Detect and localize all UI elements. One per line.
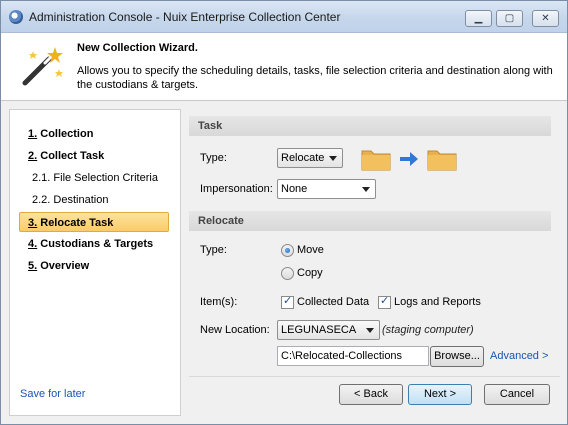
next-button[interactable]: Next > — [408, 384, 472, 405]
step-label: Custodians & Targets — [40, 238, 154, 250]
footer-divider — [189, 376, 560, 377]
main-window: Administration Console - Nuix Enterprise… — [0, 0, 568, 425]
arrow-right-icon — [400, 152, 418, 166]
chevron-down-icon — [366, 328, 374, 333]
task-type-dropdown[interactable]: Relocate — [277, 148, 343, 168]
move-label[interactable]: Move — [297, 244, 324, 256]
close-button[interactable]: ✕ — [532, 10, 559, 27]
logs-reports-checkbox[interactable] — [378, 294, 391, 309]
back-button[interactable]: < Back — [339, 384, 403, 405]
step-number: 1. — [28, 128, 38, 140]
step-custodians-targets[interactable]: 4. Custodians & Targets — [20, 234, 170, 254]
step-number: 5. — [28, 260, 38, 272]
source-folder-icon — [361, 150, 391, 171]
step-relocate-task[interactable]: 3. Relocate Task — [19, 212, 169, 232]
content-pane: Task Type: Relocate Impersonation: None … — [181, 109, 560, 374]
new-location-label: New Location: — [200, 324, 270, 336]
task-section-header: Task — [189, 116, 551, 136]
step-label: Relocate Task — [40, 217, 114, 229]
copy-radio[interactable] — [281, 267, 294, 280]
logs-reports-label[interactable]: Logs and Reports — [394, 296, 481, 308]
impersonation-dropdown[interactable]: None — [277, 179, 376, 199]
title-bar: Administration Console - Nuix Enterprise… — [1, 1, 567, 33]
wizard-description: Allows you to specify the scheduling det… — [77, 65, 553, 91]
wizard-header: New Collection Wizard. Allows you to spe… — [1, 33, 567, 101]
move-radio[interactable] — [281, 244, 294, 257]
step-label: Overview — [40, 260, 90, 272]
wizard-steps-nav: 1. Collection 2. Collect Task 2.1. File … — [9, 109, 181, 416]
location-hint: (staging computer) — [382, 324, 474, 336]
advanced-link[interactable]: Advanced > — [490, 350, 548, 362]
copy-label[interactable]: Copy — [297, 267, 323, 279]
destination-folder-icon — [427, 150, 457, 171]
step-number: 3. — [28, 217, 38, 229]
save-for-later-link[interactable]: Save for later — [20, 388, 85, 400]
collected-data-checkbox[interactable] — [281, 294, 294, 309]
relocate-type-label: Type: — [200, 244, 227, 256]
step-label: Collect Task — [40, 150, 105, 162]
chevron-down-icon — [362, 187, 370, 192]
items-label: Item(s): — [200, 296, 238, 308]
step-number: 2. — [28, 150, 38, 162]
collected-data-label[interactable]: Collected Data — [297, 296, 369, 308]
chevron-down-icon — [329, 156, 337, 161]
task-type-label: Type: — [200, 152, 227, 164]
step-collection[interactable]: 1. Collection — [20, 124, 170, 144]
step-destination[interactable]: 2.2. Destination — [20, 190, 170, 210]
step-label: 2.1. File Selection Criteria — [32, 172, 158, 184]
path-input[interactable]: C:\Relocated-Collections — [277, 346, 429, 366]
step-number: 4. — [28, 238, 38, 250]
maximize-button[interactable]: ▢ — [496, 10, 523, 27]
step-overview[interactable]: 5. Overview — [20, 256, 170, 276]
relocate-section-header: Relocate — [189, 211, 551, 231]
browse-button[interactable]: Browse... — [430, 346, 484, 367]
app-icon — [9, 10, 23, 24]
location-dropdown[interactable]: LEGUNASECA — [277, 320, 380, 340]
wizard-title: New Collection Wizard. — [77, 42, 198, 54]
step-file-selection-criteria[interactable]: 2.1. File Selection Criteria — [20, 168, 170, 188]
cancel-button[interactable]: Cancel — [484, 384, 550, 405]
step-label: Collection — [40, 128, 94, 140]
window-title: Administration Console - Nuix Enterprise… — [29, 10, 341, 24]
step-collect-task[interactable]: 2. Collect Task — [20, 146, 170, 166]
step-label: 2.2. Destination — [32, 194, 109, 206]
impersonation-label: Impersonation: — [200, 183, 273, 195]
location-value: LEGUNASECA — [281, 324, 357, 336]
task-type-value: Relocate — [281, 152, 325, 164]
impersonation-value: None — [281, 183, 308, 195]
minimize-button[interactable]: ▁ — [465, 10, 492, 27]
magic-wand-icon — [22, 47, 63, 86]
